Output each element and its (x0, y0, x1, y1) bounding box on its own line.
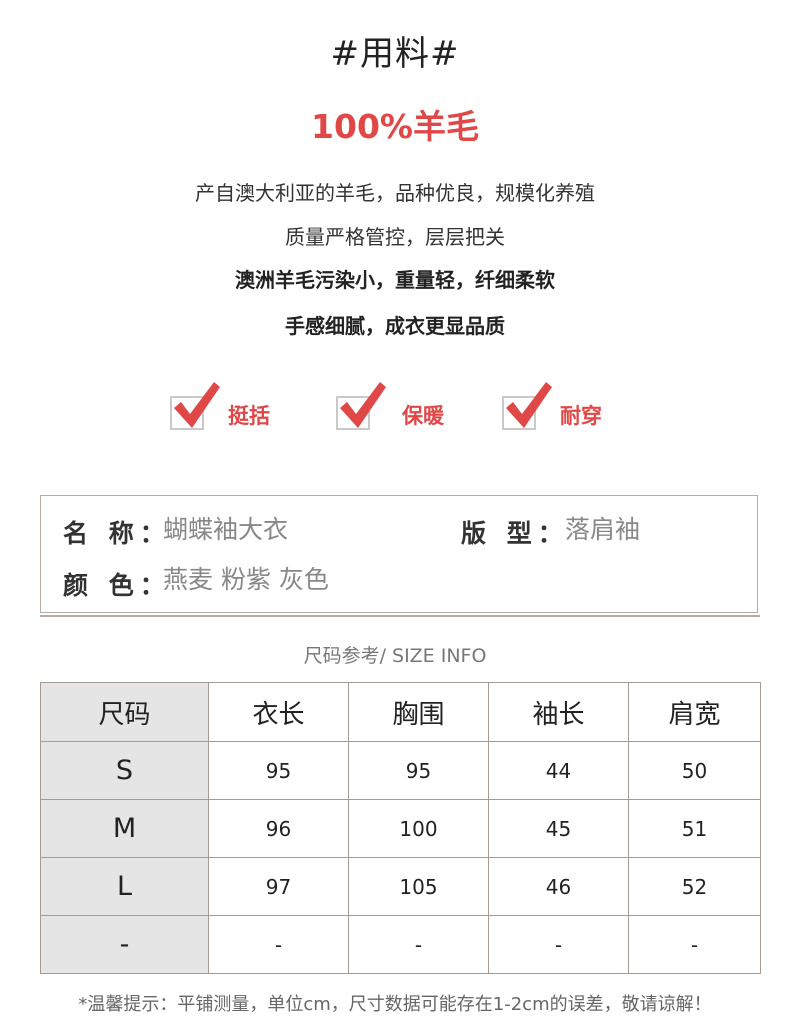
table-cell: 45 (488, 799, 629, 858)
table-cell: 52 (628, 857, 761, 916)
check-icon (174, 382, 220, 428)
table-cell: 95 (208, 741, 349, 800)
style-label: 版 型： (461, 519, 569, 548)
table-cell: - (628, 915, 761, 974)
feature-label: 耐穿 (560, 404, 602, 428)
table-cell: 95 (348, 741, 489, 800)
header-cell: 尺码 (40, 682, 209, 742)
description-line: 质量严格管控，层层把关 (285, 225, 505, 249)
header-cell: 肩宽 (628, 682, 761, 742)
size-cell: S (40, 741, 209, 800)
table-row: - - - - - (40, 915, 761, 974)
header-cell: 袖长 (488, 682, 629, 742)
table-row: S 95 95 44 50 (40, 741, 761, 800)
section-title: #用料# (330, 34, 460, 74)
description-line: 产自澳大利亚的羊毛，品种优良，规模化养殖 (195, 181, 595, 205)
material-headline: 100%羊毛 (311, 107, 479, 146)
header-cell: 胸围 (348, 682, 489, 742)
table-cell: - (488, 915, 629, 974)
table-cell: 97 (208, 857, 349, 916)
table-cell: - (348, 915, 489, 974)
size-table: 尺码 衣长 胸围 袖长 肩宽 S 95 95 44 50 M 96 100 45… (40, 682, 761, 974)
table-cell: - (208, 915, 349, 974)
size-cell: M (40, 799, 209, 858)
header-cell: 衣长 (208, 682, 349, 742)
name-label: 名 称： (63, 519, 171, 548)
table-cell: 51 (628, 799, 761, 858)
size-cell: L (40, 857, 209, 916)
table-cell: 100 (348, 799, 489, 858)
footnote: *温馨提示：平铺测量，单位cm，尺寸数据可能存在1-2cm的误差，敬请谅解！ (78, 994, 712, 1015)
table-row: L 97 105 46 52 (40, 857, 761, 916)
table-cell: 44 (488, 741, 629, 800)
table-cell: 50 (628, 741, 761, 800)
color-value: 燕麦 粉紫 灰色 (163, 565, 329, 594)
table-header-row: 尺码 衣长 胸围 袖长 肩宽 (40, 682, 761, 742)
product-info-box: 名 称： 蝴蝶袖大衣 版 型： 落肩袖 颜 色： 燕麦 粉紫 灰色 (40, 495, 758, 613)
size-cell: - (40, 915, 209, 974)
feature-label: 挺括 (228, 404, 270, 428)
name-value: 蝴蝶袖大衣 (163, 515, 289, 544)
divider (40, 615, 760, 617)
table-cell: 96 (208, 799, 349, 858)
style-value: 落肩袖 (565, 515, 641, 544)
check-icon (340, 382, 386, 428)
color-label: 颜 色： (63, 571, 171, 600)
table-row: M 96 100 45 51 (40, 799, 761, 858)
description-line: 手感细腻，成衣更显品质 (285, 314, 505, 338)
check-icon (506, 382, 552, 428)
size-caption: 尺码参考/ SIZE INFO (303, 645, 487, 667)
table-cell: 46 (488, 857, 629, 916)
description-line: 澳洲羊毛污染小，重量轻，纤细柔软 (235, 268, 555, 292)
table-cell: 105 (348, 857, 489, 916)
feature-label: 保暖 (402, 404, 444, 428)
